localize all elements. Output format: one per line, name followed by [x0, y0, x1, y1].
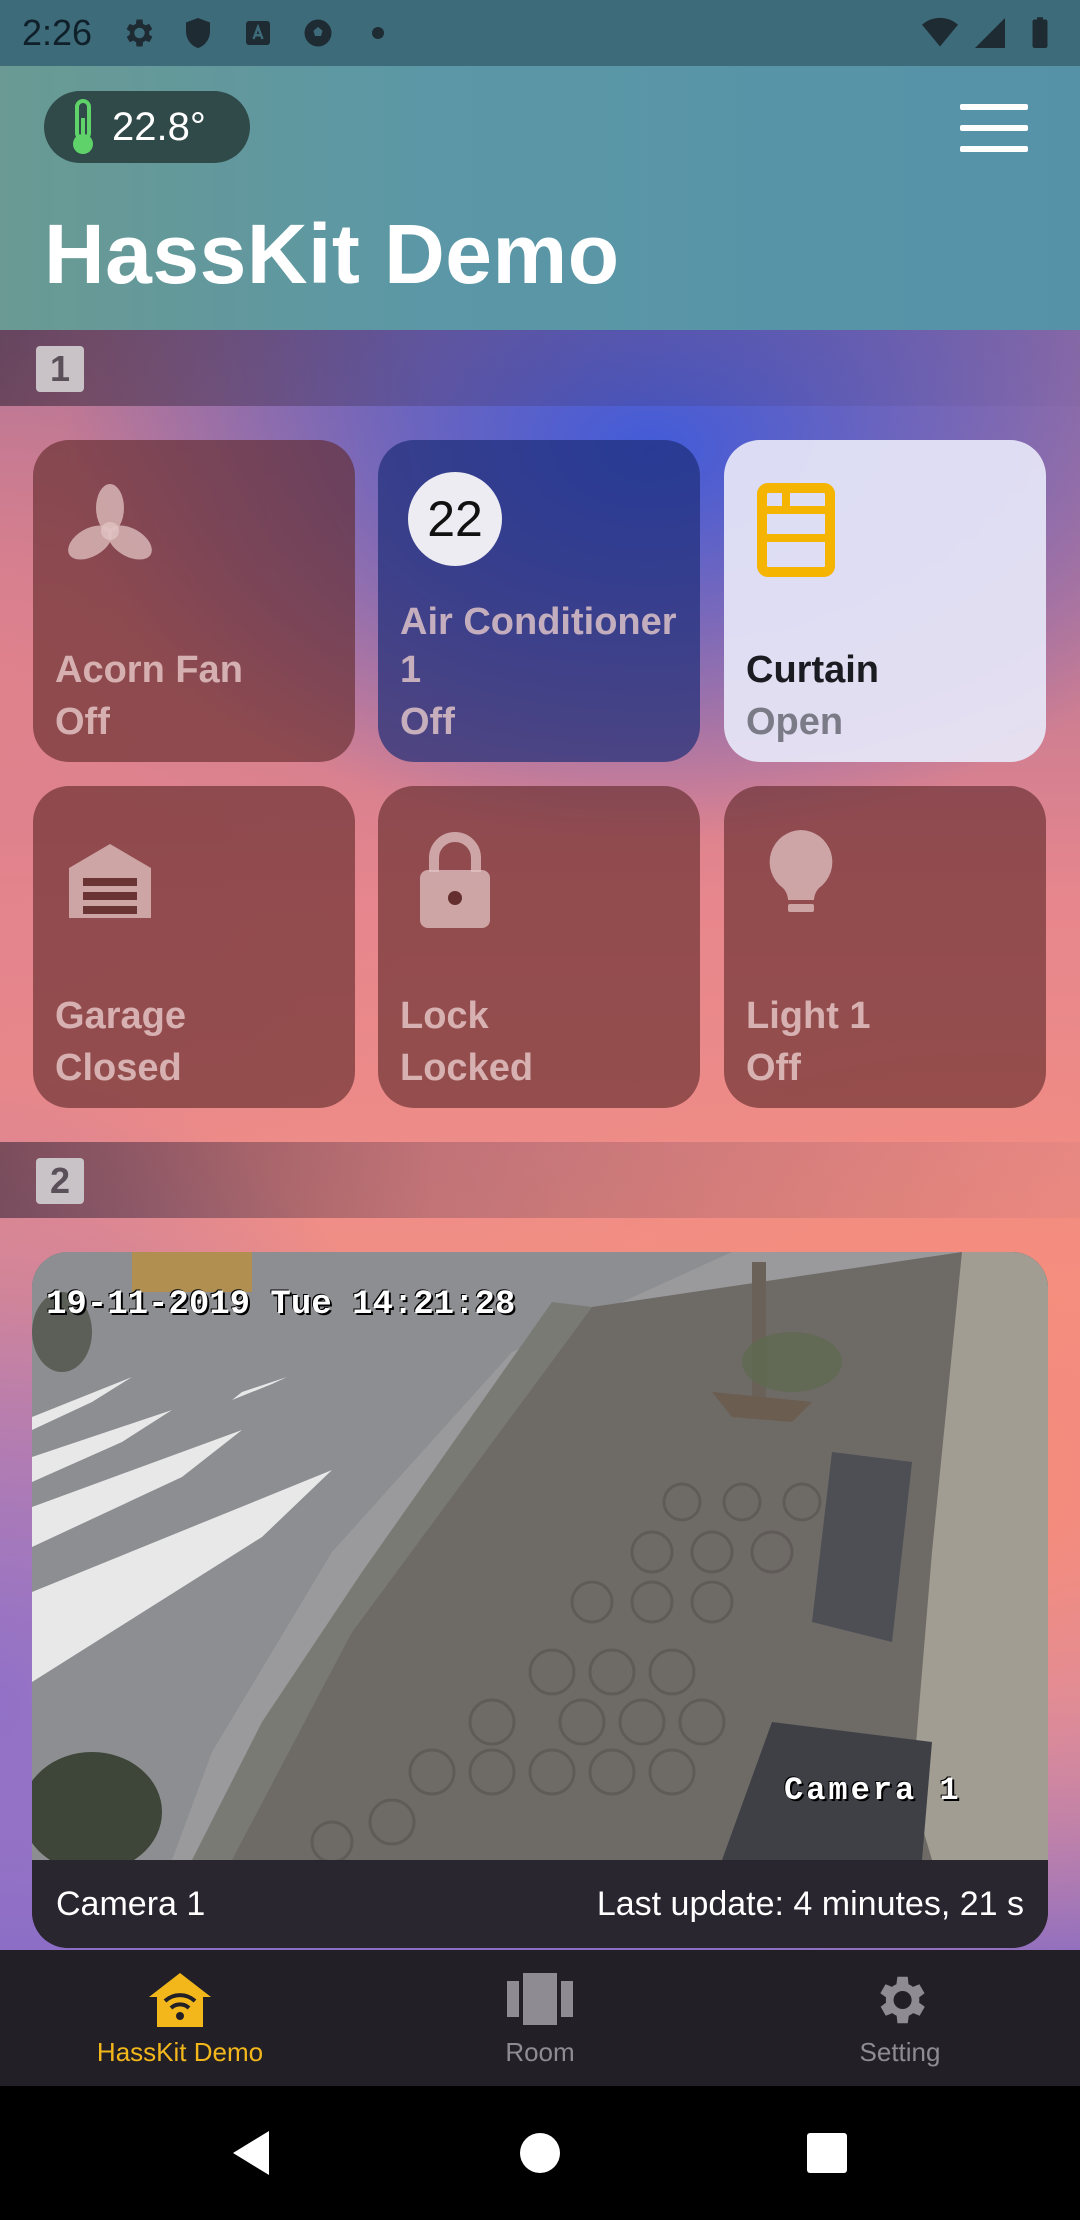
- tile-state: Off: [55, 701, 110, 743]
- tile-name: Air Conditioner 1: [400, 601, 677, 691]
- tile-state: Off: [746, 1047, 801, 1089]
- hamburger-menu-icon[interactable]: [960, 104, 1028, 152]
- bottom-navigation: HassKit Demo Room Setting: [0, 1950, 1080, 2086]
- soccer-ball-icon: [304, 19, 332, 47]
- bulb-icon: [769, 830, 833, 912]
- tile-state: Off: [400, 701, 455, 743]
- settings-notification-icon: [126, 19, 153, 47]
- thermometer-icon: [73, 99, 93, 154]
- cell-signal-icon: [975, 18, 1005, 48]
- recents-icon[interactable]: [799, 2125, 855, 2181]
- camera-feed-image[interactable]: [32, 1252, 1048, 1860]
- tile-lock[interactable]: Lock Locked: [378, 786, 700, 1108]
- battery-icon: [1032, 17, 1048, 48]
- keyboard-a-icon: [246, 21, 271, 45]
- tile-name: Lock: [400, 995, 489, 1037]
- room-carousel-icon: [507, 1972, 573, 2025]
- tile-name: Light 1: [746, 995, 871, 1037]
- tile-name: Curtain: [746, 649, 879, 691]
- tile-name: Garage: [55, 995, 186, 1037]
- system-navigation-bar: [0, 2086, 1080, 2220]
- temperature-value: 22.8°: [112, 104, 206, 149]
- camera-name: Camera 1: [56, 1884, 206, 1923]
- tile-state: Open: [746, 701, 844, 743]
- lock-icon: [420, 832, 490, 928]
- nav-item-setting[interactable]: Setting: [720, 1950, 1080, 2086]
- tile-light-1[interactable]: Light 1 Off: [724, 786, 1046, 1108]
- gear-icon: [880, 1976, 925, 2023]
- fan-icon: [68, 484, 152, 560]
- section-number: 2: [36, 1158, 84, 1204]
- nav-item-hasskit-demo[interactable]: HassKit Demo: [0, 1950, 360, 2086]
- camera-last-update: Last update: 4 minutes, 21 s: [596, 1884, 1024, 1923]
- tile-name: Acorn Fan: [55, 649, 243, 691]
- tile-state: Locked: [400, 1047, 534, 1089]
- camera-osd-label: Camera 1: [784, 1772, 962, 1809]
- camera-footer: Camera 1 Last update: 4 minutes, 21 s: [32, 1860, 1048, 1948]
- shield-icon: [186, 18, 211, 48]
- nav-item-room[interactable]: Room: [360, 1950, 720, 2086]
- section-number: 1: [36, 346, 84, 392]
- home-wifi-icon: [149, 1972, 211, 2027]
- tile-curtain[interactable]: Curtain Open: [724, 440, 1046, 762]
- tile-acorn-fan[interactable]: Acorn Fan Off: [33, 440, 355, 762]
- camera-osd-timestamp: 19-11-2019 Tue 14:21:28: [46, 1286, 516, 1324]
- page-title: HassKit Demo: [44, 207, 620, 301]
- curtain-icon: [757, 483, 835, 577]
- nav-label: HassKit Demo: [96, 2036, 264, 2067]
- tile-state: Closed: [55, 1047, 182, 1089]
- status-bar: 2:26: [0, 0, 1080, 66]
- section-header-2: 2: [0, 1142, 1080, 1218]
- app-header: 22.8° HassKit Demo: [0, 66, 1080, 330]
- tile-garage[interactable]: Garage Closed: [33, 786, 355, 1108]
- nav-label: Setting: [859, 2036, 941, 2067]
- status-time: 2:26: [22, 12, 93, 53]
- garage-icon: [69, 844, 151, 918]
- tile-air-conditioner-1[interactable]: 22 Air Conditioner 1 Off: [378, 440, 700, 762]
- back-icon[interactable]: [225, 2125, 281, 2181]
- wifi-icon: [922, 17, 958, 47]
- home-icon[interactable]: [512, 2125, 568, 2181]
- dot-icon: [372, 27, 385, 39]
- temperature-chip[interactable]: 22.8°: [44, 91, 250, 163]
- section-header-1: 1: [0, 330, 1080, 406]
- camera-card[interactable]: 19-11-2019 Tue 14:21:28 Camera 1 Camera …: [32, 1252, 1048, 1948]
- temperature-badge: 22: [408, 472, 502, 566]
- nav-label: Room: [505, 2036, 575, 2067]
